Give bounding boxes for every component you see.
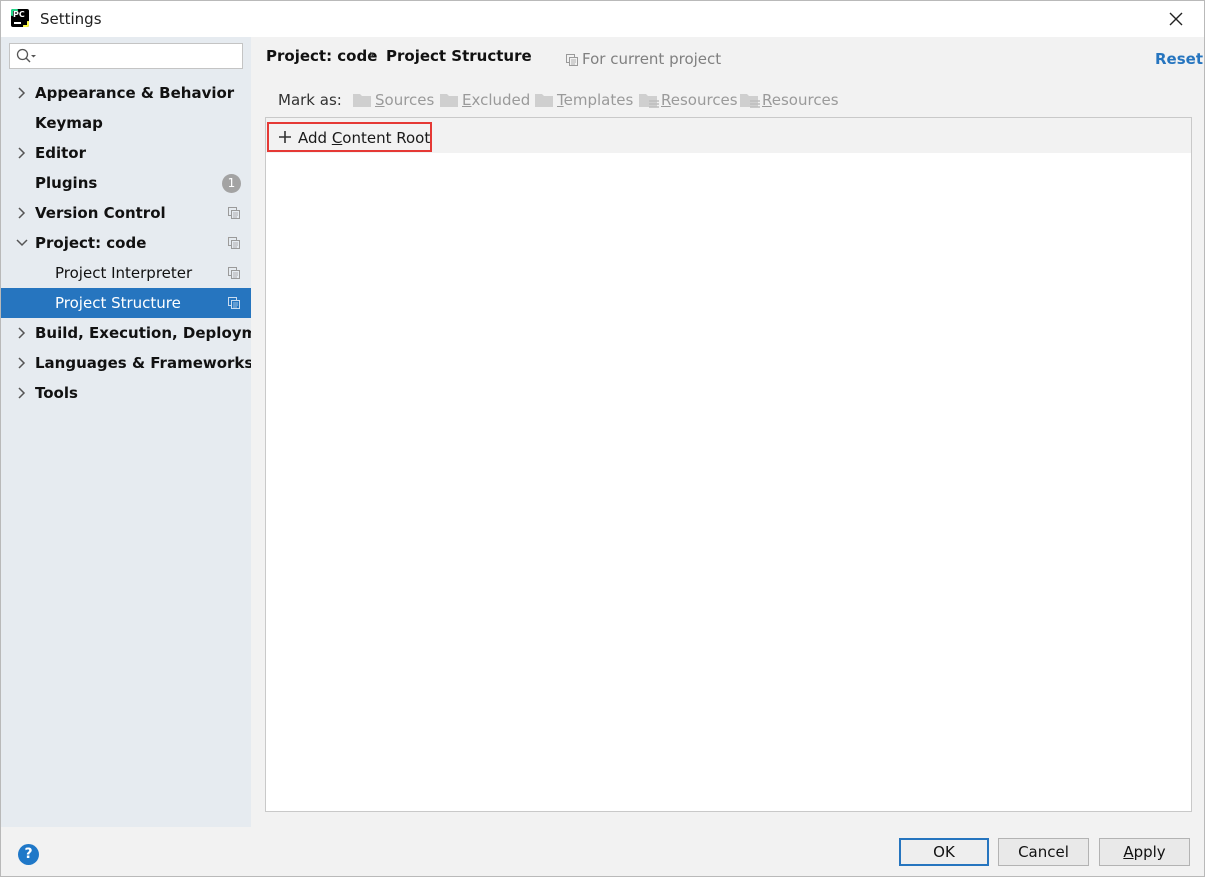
mark-templates-button[interactable]: Templates [535, 91, 633, 111]
sidebar-item-plugins[interactable]: Plugins 1 [1, 168, 251, 198]
chevron-right-icon [18, 387, 26, 399]
button-label: emplates [563, 91, 634, 109]
sidebar-item-keymap[interactable]: Keymap [1, 108, 251, 138]
button-label: esources [670, 91, 738, 109]
content-roots-toolbar: Add Content Root [266, 118, 1191, 153]
search-icon [16, 48, 36, 63]
mark-test-resources-button[interactable]: Resources [740, 91, 839, 111]
sidebar-item-label: Appearance & Behavior [35, 84, 235, 102]
folder-icon [353, 94, 371, 107]
button-label: Add [298, 129, 332, 147]
mark-resources-button[interactable]: Resources [639, 91, 738, 111]
page-title: Project Structure [386, 47, 532, 65]
chevron-right-icon [18, 147, 26, 159]
pycharm-logo-icon: PC [11, 9, 29, 27]
close-icon [1169, 12, 1183, 26]
help-button[interactable]: ? [18, 844, 39, 865]
content-roots-panel: Add Content Root [265, 117, 1192, 812]
chevron-right-icon [18, 207, 26, 219]
sidebar-item-label: Keymap [35, 114, 103, 132]
reset-link[interactable]: Reset [1155, 50, 1203, 68]
resources-folder-icon [639, 94, 659, 108]
sidebar-item-label: Project Structure [55, 294, 181, 312]
mnemonic: C [331, 129, 343, 147]
project-scope-icon [566, 54, 578, 66]
close-button[interactable] [1161, 5, 1191, 33]
settings-window: PC Settings Appearance & Behavior Keymap [0, 0, 1205, 877]
scope-label: For current project [582, 50, 722, 68]
mark-sources-button[interactable]: Sources [353, 91, 435, 111]
button-label: xcluded [471, 91, 531, 109]
project-scope-icon [228, 297, 240, 309]
sidebar-item-label: Build, Execution, Deployment [35, 324, 251, 342]
add-content-root-button[interactable]: Add Content Root [267, 122, 432, 152]
plugins-update-badge: 1 [222, 174, 241, 193]
sidebar-item-project-structure[interactable]: Project Structure [1, 288, 251, 318]
apply-button[interactable]: Apply [1099, 838, 1190, 866]
settings-sidebar: Appearance & Behavior Keymap Editor Plug… [1, 37, 251, 827]
sidebar-item-label: Editor [35, 144, 86, 162]
window-title: Settings [40, 10, 102, 28]
sidebar-item-appearance-behavior[interactable]: Appearance & Behavior [1, 78, 251, 108]
project-scope-icon [228, 207, 240, 219]
title-bar: PC Settings [1, 1, 1204, 37]
project-scope-icon [228, 267, 240, 279]
button-label: pply [1133, 843, 1166, 861]
mnemonic: S [375, 91, 385, 109]
sidebar-item-build-execution-deployment[interactable]: Build, Execution, Deployment [1, 318, 251, 348]
breadcrumb-parent[interactable]: Project: code [266, 47, 377, 65]
sidebar-item-label: Project: code [35, 234, 147, 252]
breadcrumb-separator: › [369, 47, 375, 63]
sidebar-item-label: Project Interpreter [55, 264, 193, 282]
mnemonic: R [661, 91, 671, 109]
mnemonic: A [1123, 843, 1134, 861]
ok-button[interactable]: OK [899, 838, 989, 866]
sidebar-item-languages-frameworks[interactable]: Languages & Frameworks [1, 348, 251, 378]
sidebar-item-tools[interactable]: Tools [1, 378, 251, 408]
button-label: ources [384, 91, 435, 109]
cancel-button[interactable]: Cancel [998, 838, 1089, 866]
chevron-right-icon [18, 357, 26, 369]
chevron-down-icon [16, 239, 28, 247]
chevron-right-icon [18, 87, 26, 99]
settings-main-panel: Project: code › Project Structure For cu… [252, 37, 1204, 827]
sidebar-item-project-code[interactable]: Project: code [1, 228, 251, 258]
sidebar-item-version-control[interactable]: Version Control [1, 198, 251, 228]
sidebar-item-editor[interactable]: Editor [1, 138, 251, 168]
folder-icon [535, 94, 553, 107]
search-input[interactable] [9, 43, 243, 69]
plus-icon [279, 131, 291, 143]
sidebar-item-label: Tools [35, 384, 78, 402]
sidebar-item-label: Version Control [35, 204, 166, 222]
dialog-button-bar: ? OK Cancel Apply [1, 827, 1204, 876]
sidebar-item-label: Plugins [35, 174, 98, 192]
sidebar-item-label: Languages & Frameworks [35, 354, 251, 372]
project-scope-icon [228, 237, 240, 249]
sidebar-item-project-interpreter[interactable]: Project Interpreter [1, 258, 251, 288]
folder-icon [440, 94, 458, 107]
mnemonic: T [557, 91, 564, 109]
mnemonic: R [762, 91, 772, 109]
chevron-right-icon [18, 327, 26, 339]
button-label: ontent Root [342, 129, 431, 147]
mark-as-label: Mark as: [278, 91, 342, 109]
mark-excluded-button[interactable]: Excluded [440, 91, 530, 111]
button-label: esources [771, 91, 839, 109]
test-resources-folder-icon [740, 94, 760, 108]
